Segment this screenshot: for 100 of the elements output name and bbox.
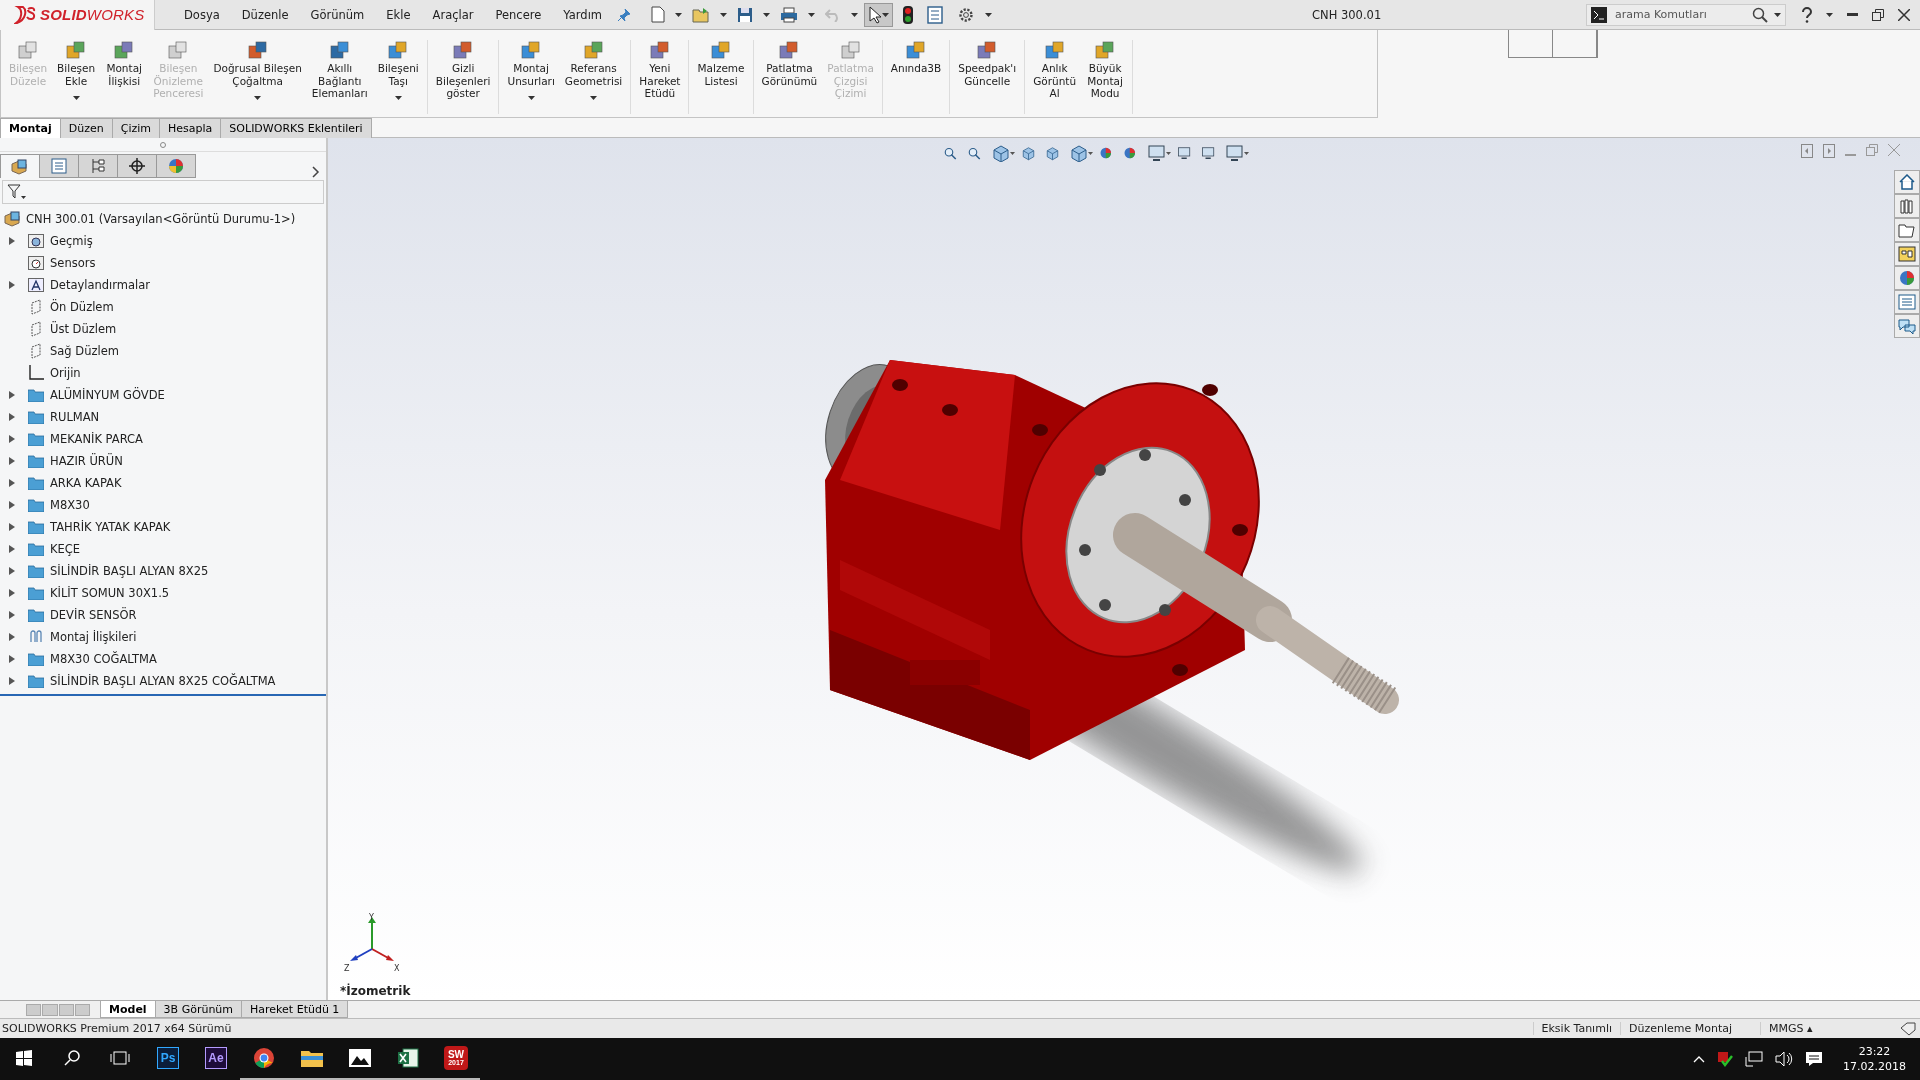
tile-right-icon[interactable] [1823, 144, 1835, 158]
close-icon[interactable] [1898, 8, 1910, 21]
chevron-up-icon[interactable] [1693, 1055, 1705, 1063]
filter-icon[interactable] [7, 184, 27, 200]
expand-arrow-icon[interactable] [9, 501, 15, 509]
volume-icon[interactable] [1775, 1051, 1793, 1067]
restore-icon[interactable] [1872, 8, 1884, 21]
expand-arrow-icon[interactable] [9, 633, 15, 641]
ribbon-button[interactable]: Montaj Unsurları [503, 40, 559, 114]
expand-arrow-icon[interactable] [9, 677, 15, 685]
tree-item[interactable]: Üst Düzlem [0, 318, 326, 340]
tree-item[interactable]: TAHRİK YATAK KAPAK [0, 516, 326, 538]
ribbon-button[interactable]: Speedpak'ı Güncelle [954, 40, 1021, 114]
task-pane-tab[interactable] [1894, 194, 1920, 218]
tree-item[interactable]: SİLİNDİR BAŞLI ALYAN 8X25 [0, 560, 326, 582]
ribbon-button[interactable]: Malzeme Listesi [693, 40, 749, 114]
menu-item[interactable]: Yardım [552, 7, 614, 22]
task-pane-tab[interactable] [1894, 218, 1920, 242]
pin-icon[interactable] [617, 7, 632, 22]
search-icon[interactable] [1752, 6, 1768, 23]
tree-item[interactable]: Sensors [0, 252, 326, 274]
task-pane-tab[interactable] [1894, 314, 1920, 338]
command-tab[interactable]: Çizim [111, 118, 161, 138]
menu-item[interactable]: Pencere [484, 7, 553, 22]
expand-arrow-icon[interactable] [9, 457, 15, 465]
tree-item[interactable]: M8X30 COĞALTMA [0, 648, 326, 670]
tree-item[interactable]: Detaylandırmalar [0, 274, 326, 296]
tree-item[interactable]: M8X30 [0, 494, 326, 516]
model-tab[interactable]: Hareket Etüdü 1 [241, 1001, 349, 1018]
menu-item[interactable]: Düzenle [230, 7, 300, 22]
expand-arrow-icon[interactable] [9, 567, 15, 575]
expand-arrow-icon[interactable] [9, 281, 15, 289]
view-toolbar-icon[interactable] [991, 144, 1015, 162]
tile-left-icon[interactable] [1801, 144, 1813, 158]
expand-arrow-icon[interactable] [9, 479, 15, 487]
ribbon-button[interactable]: Anında3B [886, 40, 946, 114]
notification-icon[interactable] [1805, 1051, 1823, 1067]
tree-item[interactable]: RULMAN [0, 406, 326, 428]
tree-item[interactable]: HAZIR ÜRÜN [0, 450, 326, 472]
expand-arrow-icon[interactable] [9, 589, 15, 597]
task-pane-tab[interactable] [1894, 242, 1920, 266]
tree-item[interactable]: Ön Düzlem [0, 296, 326, 318]
model-tab[interactable]: Model [100, 1001, 156, 1018]
search-box[interactable]: arama Komutları [1586, 3, 1786, 26]
menu-item[interactable]: Araçlar [421, 7, 485, 22]
splitter-handle-icon[interactable] [160, 141, 166, 148]
task-pane-tab[interactable] [1894, 266, 1920, 290]
tree-item[interactable]: ARKA KAPAK [0, 472, 326, 494]
tree-item[interactable]: SİLİNDİR BAŞLI ALYAN 8X25 COĞALTMA [0, 670, 326, 692]
expand-arrow-icon[interactable] [9, 655, 15, 663]
help-icon[interactable] [1802, 6, 1812, 23]
caret-icon[interactable]: ▴ [1807, 1022, 1813, 1035]
expand-arrow-icon[interactable] [9, 523, 15, 531]
tree-item[interactable]: ALÜMİNYUM GÖVDE [0, 384, 326, 406]
view-toolbar-icon[interactable] [1069, 144, 1093, 162]
ribbon-button[interactable]: Yeni Hareket Etüdü [635, 40, 685, 114]
ribbon-button[interactable]: Anlık Görüntü Al [1029, 40, 1081, 114]
tree-item[interactable]: KİLİT SOMUN 30X1.5 [0, 582, 326, 604]
command-tab[interactable]: Düzen [59, 118, 113, 138]
menu-item[interactable]: Görünüm [299, 7, 376, 22]
minimize-icon[interactable] [1847, 12, 1858, 17]
tree-item[interactable]: Geçmiş [0, 230, 326, 252]
ribbon-button[interactable]: Akıllı Bağlantı Elemanları [307, 40, 372, 114]
tree-item[interactable]: Montaj İlişkileri [0, 626, 326, 648]
menu-item[interactable]: Dosya [173, 7, 231, 22]
toolbar-handle[interactable] [1508, 30, 1598, 58]
tree-item[interactable]: DEVİR SENSÖR [0, 604, 326, 626]
check-icon[interactable] [1717, 1051, 1733, 1067]
command-tab[interactable]: SOLIDWORKS Eklentileri [220, 118, 372, 138]
tree-item[interactable]: KEÇE [0, 538, 326, 560]
ribbon-button[interactable]: Referans Geometrisi [560, 40, 627, 114]
ribbon-button[interactable]: Büyük Montaj Modu [1082, 40, 1129, 114]
expand-arrow-icon[interactable] [9, 545, 15, 553]
view-toolbar-icon[interactable] [1225, 144, 1249, 162]
expand-arrow-icon[interactable] [9, 237, 15, 245]
task-pane-tab[interactable] [1894, 170, 1920, 194]
command-tab[interactable]: Hesapla [159, 118, 222, 138]
chevron-right-icon[interactable] [312, 166, 320, 178]
expand-arrow-icon[interactable] [9, 435, 15, 443]
menu-item[interactable]: Ekle [375, 7, 422, 22]
ribbon-button[interactable]: Bileşen Ekle [53, 40, 100, 114]
ribbon-button[interactable]: Doğrusal Bileşen Çoğaltma [209, 40, 306, 114]
search-field[interactable]: arama Komutları [1613, 7, 1746, 22]
tree-item[interactable]: MEKANİK PARCA [0, 428, 326, 450]
panel-tab[interactable] [117, 154, 157, 178]
network-icon[interactable] [1745, 1051, 1763, 1067]
ribbon-button[interactable]: Montaj İlişkisi [101, 40, 148, 114]
command-tab[interactable]: Montaj [0, 118, 61, 138]
expand-arrow-icon[interactable] [9, 611, 15, 619]
tree-item[interactable]: Orijin [0, 362, 326, 384]
tree-item[interactable]: Sağ Düzlem [0, 340, 326, 362]
taskbar-app[interactable]: Ps [144, 1038, 192, 1080]
ribbon-button[interactable]: Patlatma Görünümü [757, 40, 822, 114]
taskbar-app[interactable]: Ae [192, 1038, 240, 1080]
ribbon-button[interactable]: Bileşeni Taşı [373, 40, 423, 114]
tree-item[interactable]: CNH 300.01 (Varsayılan<Görüntü Durumu-1>) [0, 208, 326, 230]
expand-arrow-icon[interactable] [9, 391, 15, 399]
select-button[interactable] [864, 2, 894, 27]
tag-icon[interactable] [1900, 1021, 1916, 1036]
view-toolbar-icon[interactable] [1147, 144, 1171, 162]
